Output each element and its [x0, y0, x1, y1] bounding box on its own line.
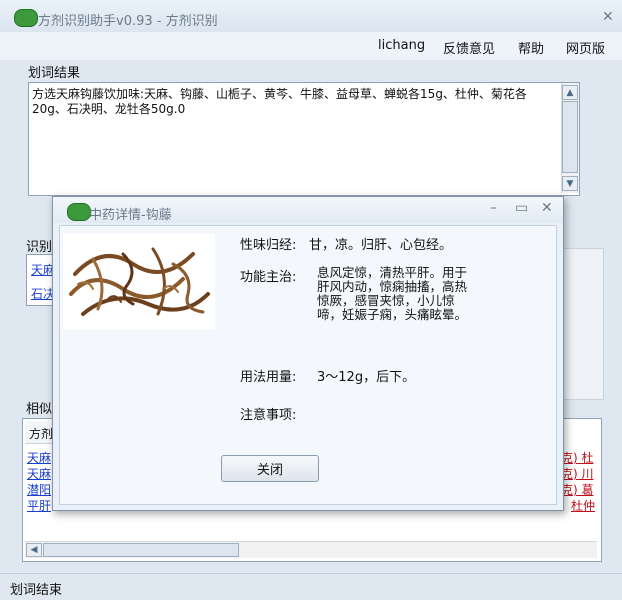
similar-header-cell: 方剂 — [29, 427, 54, 441]
usage-label: 用法用量: — [240, 370, 297, 385]
menu-item-user[interactable]: lichang — [378, 38, 425, 53]
dialog-title-bar: 中药详情-钩藤 – ▭ ✕ — [53, 197, 563, 223]
recognition-panel-right — [560, 248, 604, 400]
similar-header: 方剂 — [25, 421, 55, 444]
dialog-minimize-icon[interactable]: – — [490, 200, 497, 216]
function-value: 息风定惊，清热平肝。用于 肝风内动，惊痫抽搐，高热 惊厥，感冒夹惊，小儿惊 啼，… — [317, 266, 517, 322]
nature-label: 性味归经: — [240, 238, 297, 253]
function-line-2: 肝风内动，惊痫抽搐，高热 — [317, 279, 468, 294]
herb-detail-dialog: 中药详情-钩藤 – ▭ ✕ 性味归经: 甘，凉。归肝、心包经。 功能主治: 息风… — [52, 196, 564, 511]
segment-group-label: 划词结果 — [28, 66, 81, 81]
similar-row-right-3[interactable]: 克) 葛 — [561, 481, 594, 498]
scroll-thumb[interactable] — [562, 101, 578, 173]
main-title-bar: 方剂识别助手v0.93 - 方剂识别 ✕ — [0, 0, 622, 32]
dialog-close-icon[interactable]: ✕ — [541, 200, 553, 216]
similar-row-right-1[interactable]: 克) 杜 — [561, 449, 594, 466]
similar-row-right-4[interactable]: 杜仲 — [571, 497, 595, 514]
app-logo-icon — [14, 9, 38, 27]
window-close-icon[interactable]: ✕ — [602, 9, 614, 25]
function-label: 功能主治: — [240, 270, 297, 285]
dialog-maximize-icon[interactable]: ▭ — [515, 200, 528, 216]
dialog-content: 性味归经: 甘，凉。归肝、心包经。 功能主治: 息风定惊，清热平肝。用于 肝风内… — [59, 225, 557, 505]
segment-text: 方选天麻钩藤饮加味:天麻、钩藤、山栀子、黄芩、牛膝、益母草、蝉蜕各15g、杜仲、… — [32, 87, 527, 116]
usage-value: 3～12g，后下。 — [317, 370, 416, 385]
scroll-down-icon[interactable]: ▼ — [562, 176, 578, 191]
caution-label: 注意事项: — [240, 408, 297, 423]
similar-row-4[interactable]: 平肝 — [27, 497, 51, 514]
function-line-3: 惊厥，感冒夹惊，小儿惊 — [317, 293, 455, 308]
herb-photo-icon — [63, 234, 215, 330]
similar-row-right-2[interactable]: 克) 川 — [561, 465, 594, 482]
segment-textbox[interactable]: 方选天麻钩藤饮加味:天麻、钩藤、山栀子、黄芩、牛膝、益母草、蝉蜕各15g、杜仲、… — [28, 82, 580, 196]
function-line-4: 啼，妊娠子痫，头痛眩晕。 — [317, 307, 468, 322]
dialog-logo-icon — [67, 203, 91, 221]
menu-item-help[interactable]: 帮助 — [518, 38, 544, 57]
hscroll-thumb[interactable] — [43, 543, 239, 557]
status-text: 划词结束 — [10, 583, 63, 598]
similar-row-2[interactable]: 天麻 — [27, 465, 51, 482]
similar-row-1[interactable]: 天麻 — [27, 449, 51, 466]
similar-hscrollbar[interactable]: ◀ — [25, 541, 597, 558]
function-line-1: 息风定惊，清热平肝。用于 — [317, 265, 468, 280]
dialog-close-button[interactable]: 关闭 — [221, 455, 319, 482]
window-title: 方剂识别助手v0.93 - 方剂识别 — [38, 14, 218, 29]
scroll-up-icon[interactable]: ▲ — [562, 85, 578, 100]
menu-item-feedback[interactable]: 反馈意见 — [443, 38, 495, 57]
segment-scrollbar[interactable]: ▲ ▼ — [561, 83, 579, 193]
similar-row-3[interactable]: 潜阳 — [27, 481, 51, 498]
menu-item-web-version[interactable]: 网页版 — [566, 38, 605, 57]
nature-value: 甘，凉。归肝、心包经。 — [309, 238, 453, 253]
scroll-left-icon[interactable]: ◀ — [26, 543, 42, 557]
recognition-group-label: 识别 — [26, 240, 53, 255]
status-bar: 划词结束 — [0, 573, 622, 600]
dialog-title: 中药详情-钩藤 — [89, 208, 172, 223]
similar-group-label: 相似 — [26, 402, 53, 417]
